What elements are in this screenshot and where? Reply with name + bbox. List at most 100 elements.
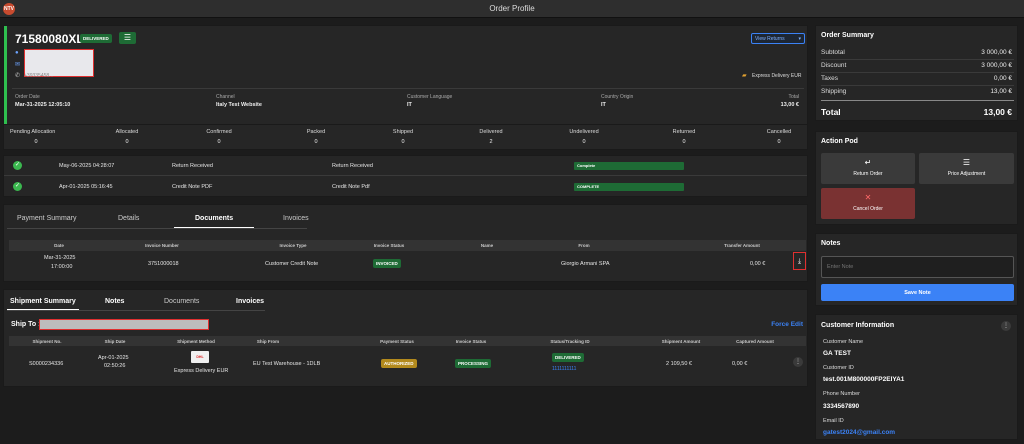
menu-button[interactable]: ☰ [119, 32, 136, 44]
customer-id-label: Customer ID [823, 365, 854, 371]
ship-table-header-cell: Captured Amount [736, 339, 774, 344]
customer-info-panel: Customer Information ⋮ Customer Name GA … [815, 314, 1018, 440]
tab-shipment-summary[interactable]: Shipment Summary [10, 298, 76, 305]
channel-value: Italy Test Website [216, 102, 262, 108]
payment-status-badge: AUTHORIZED [381, 359, 417, 368]
truck-icon: ▰ [742, 73, 747, 79]
tab-details[interactable]: Details [118, 215, 139, 222]
tab-notes[interactable]: Notes [105, 298, 124, 305]
channel-label: Channel [216, 94, 235, 100]
ship-to-address-redacted [39, 319, 209, 330]
summary-divider [821, 100, 1014, 101]
summary-row-value: 0,00 € [993, 75, 1012, 82]
tab-ship-documents[interactable]: Documents [164, 298, 199, 305]
action-pod-panel: Action Pod ↵ Return Order ☰ Price Adjust… [815, 131, 1018, 225]
hamburger-icon: ☰ [123, 33, 132, 42]
status-count-value: 0 [777, 139, 781, 145]
ship-table-header-cell: Ship Date [104, 339, 126, 344]
phone-icon: ✆ [15, 73, 21, 79]
summary-row-label: Discount [821, 62, 847, 69]
timeline-date: Apr-01-2025 05:16:45 [59, 184, 113, 190]
status-count-label: Packed [306, 129, 326, 135]
doc-table-header-cell: Invoice Status [373, 243, 405, 248]
download-icon: ⤓ [797, 258, 802, 265]
tab-invoices[interactable]: Invoices [283, 215, 309, 222]
status-count-label: Undelivered [569, 129, 599, 135]
status-count-label: Allocated [115, 129, 139, 135]
summary-row-label: Shipping [821, 88, 847, 95]
timeline-event: Credit Note PDF [172, 184, 213, 190]
country-origin-value: IT [601, 102, 606, 108]
customer-more-button[interactable]: ⋮ [1001, 321, 1011, 331]
view-returns-button[interactable]: View Returns ▾ [751, 33, 805, 44]
save-note-label: Save Note [904, 290, 931, 296]
tab-documents[interactable]: Documents [195, 215, 233, 222]
order-status-badge: DELIVERED [80, 34, 112, 43]
shipment-status-badge: DELIVERED [552, 353, 584, 362]
summary-row-divider [821, 85, 1014, 86]
doc-table-header-cell: Transfer Amount [724, 243, 760, 248]
status-count-value: 2 [489, 139, 493, 145]
ship-table-header-cell: Payment Status [380, 339, 414, 344]
sliders-icon: ☰ [962, 158, 971, 167]
invoice-status-badge: PROCESSING [455, 359, 492, 368]
note-input[interactable] [821, 256, 1014, 278]
tracking-link[interactable]: 1111111111 [552, 366, 576, 372]
row-more-button[interactable]: ⋮ [793, 357, 803, 367]
tab-ship-invoices[interactable]: Invoices [236, 298, 264, 305]
timeline-description: Return Received [332, 163, 373, 169]
tabs-divider [7, 310, 265, 311]
shipment-method: Express Delivery EUR [174, 368, 229, 374]
status-count-label: Delivered [479, 129, 503, 135]
shipment-amount: 2 109,50 € [666, 361, 692, 367]
divider [12, 88, 804, 89]
customer-id: test.001M800000FP2EIYA1 [823, 376, 905, 383]
country-origin-label: Country Origin [601, 94, 634, 100]
timeline-row: ✓ May-06-2025 04:28:07 Return Received Retu… [4, 157, 807, 176]
invoice-status-badge: INVOICED [373, 259, 401, 268]
total-value: 13,00 € [780, 102, 799, 108]
phone-partial: +39335458... [24, 73, 54, 79]
email-label: Email ID [823, 418, 844, 424]
tab-payment-summary[interactable]: Payment Summary [17, 215, 77, 222]
doc-table-header-cell: Date [54, 243, 64, 248]
summary-row-divider [821, 59, 1014, 60]
cancel-order-button[interactable]: ✕ Cancel Order [821, 188, 915, 219]
price-adjustment-button[interactable]: ☰ Price Adjustment [919, 153, 1014, 184]
shipment-number: S0000234336 [29, 361, 64, 367]
summary-row-divider [821, 72, 1014, 73]
view-returns-label: View Returns [755, 36, 785, 42]
top-bar: NTV Order Profile [0, 0, 1024, 18]
customer-info-title: Customer Information [821, 322, 895, 329]
customer-language-value: IT [407, 102, 412, 108]
download-button[interactable]: ⤓ [793, 252, 806, 270]
invoice-number: 3751000018 [148, 261, 179, 267]
status-count-value: 0 [34, 139, 38, 145]
total-label: Total [788, 94, 799, 100]
ship-table-header-cell: Invoice Status [455, 339, 487, 344]
save-note-button[interactable]: Save Note [821, 284, 1014, 301]
status-count-value: 0 [682, 139, 686, 145]
order-summary-title: Order Summary [821, 32, 874, 39]
status-count-label: Shipped [392, 129, 414, 135]
order-date-label: Order Date [15, 94, 40, 100]
order-date-value: Mar-31-2025 12:05:10 [15, 102, 71, 108]
doc-table-header-cell: Name [480, 243, 494, 248]
return-order-button[interactable]: ↵ Return Order [821, 153, 915, 184]
ship-date-line1: Apr-01-2025 [98, 355, 129, 361]
status-count-label: Confirmed [206, 129, 232, 135]
price-adjustment-label: Price Adjustment [947, 171, 986, 177]
timeline-description: Credit Note Pdf [332, 184, 370, 190]
timeline-panel: ✓ May-06-2025 04:28:07 Return Received Retu… [3, 155, 808, 197]
return-order-label: Return Order [853, 171, 883, 177]
force-edit-link[interactable]: Force Edit [771, 321, 803, 328]
email-link[interactable]: gatest2024@gmail.com [823, 429, 895, 436]
timeline-status-text: Complete [577, 163, 596, 168]
check-circle-icon: ✓ [13, 161, 22, 170]
more-vertical-icon: ⋮ [795, 359, 801, 365]
user-icon: ● [15, 50, 19, 56]
window-title: Order Profile [489, 4, 535, 13]
summary-row-value: 3 000,00 € [981, 62, 1012, 69]
doc-date-line1: Mar-31-2025 [44, 255, 76, 261]
invoice-type: Customer Credit Note [265, 261, 319, 267]
